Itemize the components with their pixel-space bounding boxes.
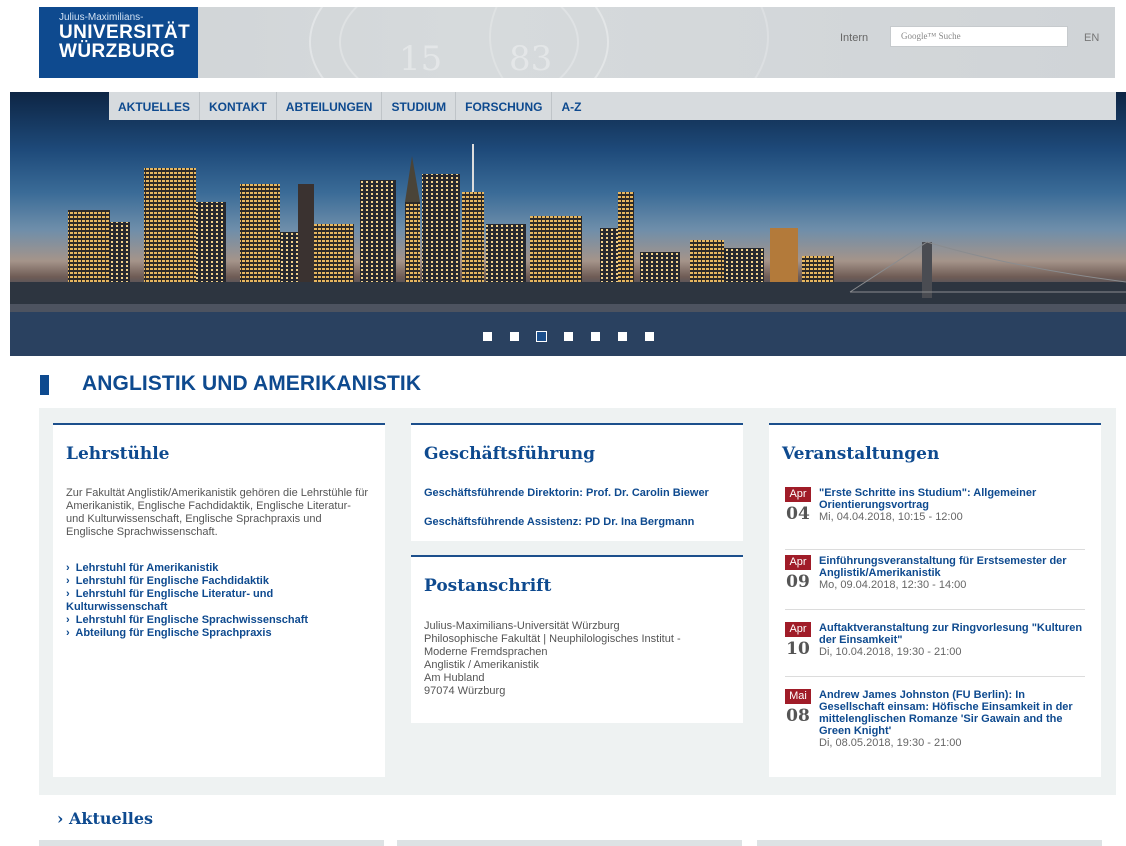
chevron-right-icon: › <box>57 809 64 828</box>
intern-link[interactable]: Intern <box>840 32 868 44</box>
link-fachdidaktik[interactable]: › Lehrstuhl für Englische Fachdidaktik <box>66 575 376 588</box>
news-card-top <box>397 840 742 846</box>
divider <box>785 676 1085 677</box>
nav-abteilungen[interactable]: ABTEILUNGEN <box>277 92 383 120</box>
news-card-top <box>39 840 384 846</box>
event-item[interactable]: Apr 10 Auftaktveranstaltung zur Ringvorl… <box>785 622 1085 667</box>
link-literatur[interactable]: › Lehrstuhl für Englische Literatur- und… <box>66 588 306 614</box>
slider-dot[interactable] <box>564 332 573 341</box>
university-logo[interactable]: Julius-Maximilians- UNIVERSITÄT WÜRZBURG <box>39 7 198 78</box>
event-day: 10 <box>786 639 810 659</box>
main-navigation: AKTUELLES KONTAKT ABTEILUNGEN STUDIUM FO… <box>109 92 1116 120</box>
lehrstuehle-box: Lehrstühle Zur Fakultät Anglistik/Amerik… <box>53 423 385 777</box>
lehrstuehle-heading: Lehrstühle <box>66 444 170 464</box>
postanschrift-box: Postanschrift Julius-Maximilians-Univers… <box>411 555 743 723</box>
slider-dot-active[interactable] <box>536 331 547 342</box>
postal-address: Julius-Maximilians-Universität Würzburg … <box>424 620 681 697</box>
title-accent-bar <box>40 375 49 395</box>
geschaeftsfuehrung-box: Geschäftsführung Geschäftsführende Direk… <box>411 423 743 541</box>
seal-number: 15 <box>399 39 443 78</box>
event-date: Di, 10.04.2018, 19:30 - 21:00 <box>819 646 962 658</box>
news-card-top <box>757 840 1102 846</box>
nav-studium[interactable]: STUDIUM <box>382 92 457 120</box>
chevron-right-icon: › <box>66 614 70 626</box>
nav-kontakt[interactable]: KONTAKT <box>200 92 277 120</box>
event-month-badge: Apr <box>785 487 811 502</box>
postanschrift-heading: Postanschrift <box>424 576 552 596</box>
link-sprachwissenschaft[interactable]: › Lehrstuhl für Englische Sprachwissensc… <box>66 614 376 627</box>
language-switch-link[interactable]: EN <box>1084 32 1099 44</box>
divider <box>785 549 1085 550</box>
content-area: Lehrstühle Zur Fakultät Anglistik/Amerik… <box>39 408 1116 795</box>
event-date: Mo, 09.04.2018, 12:30 - 14:00 <box>819 579 967 591</box>
event-date: Di, 08.05.2018, 19:30 - 21:00 <box>819 737 962 749</box>
city-skyline-image <box>10 144 1126 356</box>
event-title[interactable]: Auftaktveranstaltung zur Ringvorlesung "… <box>819 622 1082 646</box>
slider-dots <box>483 331 654 342</box>
assistenz-link[interactable]: Geschäftsführende Assistenz: PD Dr. Ina … <box>424 516 694 528</box>
event-title[interactable]: Andrew James Johnston (FU Berlin): In Ge… <box>819 689 1073 737</box>
chevron-right-icon: › <box>66 627 70 639</box>
lehrstuehle-links: › Lehrstuhl für Amerikanistik › Lehrstuh… <box>66 562 376 640</box>
event-month-badge: Apr <box>785 555 811 570</box>
nav-a-z[interactable]: A-Z <box>552 92 590 120</box>
chevron-right-icon: › <box>66 562 70 574</box>
chevron-right-icon: › <box>66 588 70 600</box>
event-day: 04 <box>786 504 810 524</box>
nav-forschung[interactable]: FORSCHUNG <box>456 92 553 120</box>
search-input[interactable]: Google™ Suche <box>890 26 1068 47</box>
event-date: Mi, 04.04.2018, 10:15 - 12:00 <box>819 511 963 523</box>
event-month-badge: Apr <box>785 622 811 637</box>
slider-dot[interactable] <box>591 332 600 341</box>
slider-dot[interactable] <box>618 332 627 341</box>
event-item[interactable]: Apr 04 "Erste Schritte ins Studium": All… <box>785 487 1085 532</box>
event-day: 09 <box>786 572 810 592</box>
slider-dot[interactable] <box>645 332 654 341</box>
direktorin-link[interactable]: Geschäftsführende Direktorin: Prof. Dr. … <box>424 487 709 499</box>
divider <box>785 609 1085 610</box>
seal-number: 83 <box>509 39 553 78</box>
event-title[interactable]: Einführungsveranstaltung für Erstsemeste… <box>819 555 1067 579</box>
event-month-badge: Mai <box>785 689 811 704</box>
nav-aktuelles[interactable]: AKTUELLES <box>109 92 200 120</box>
slider-dot[interactable] <box>483 332 492 341</box>
geschaeftsfuehrung-heading: Geschäftsführung <box>424 444 595 464</box>
hero-slider <box>10 92 1126 356</box>
event-title[interactable]: "Erste Schritte ins Studium": Allgemeine… <box>819 487 1036 511</box>
slider-dot[interactable] <box>510 332 519 341</box>
event-item[interactable]: Apr 09 Einführungsveranstaltung für Erst… <box>785 555 1085 600</box>
aktuelles-section-link[interactable]: › Aktuelles <box>57 809 153 828</box>
page-title: ANGLISTIK UND AMERIKANISTIK <box>82 372 422 395</box>
chevron-right-icon: › <box>66 575 70 587</box>
link-sprachpraxis[interactable]: › Abteilung für Englische Sprachpraxis <box>66 627 376 640</box>
veranstaltungen-box: Veranstaltungen Apr 04 "Erste Schritte i… <box>769 423 1101 777</box>
link-amerikanistik[interactable]: › Lehrstuhl für Amerikanistik <box>66 562 376 575</box>
site-header: 15 83 Julius-Maximilians- UNIVERSITÄT WÜ… <box>39 7 1115 78</box>
event-day: 08 <box>786 706 810 726</box>
lehrstuehle-intro: Zur Fakultät Anglistik/Amerikanistik geh… <box>66 487 369 538</box>
event-item[interactable]: Mai 08 Andrew James Johnston (FU Berlin)… <box>785 689 1085 769</box>
veranstaltungen-heading: Veranstaltungen <box>782 444 940 464</box>
